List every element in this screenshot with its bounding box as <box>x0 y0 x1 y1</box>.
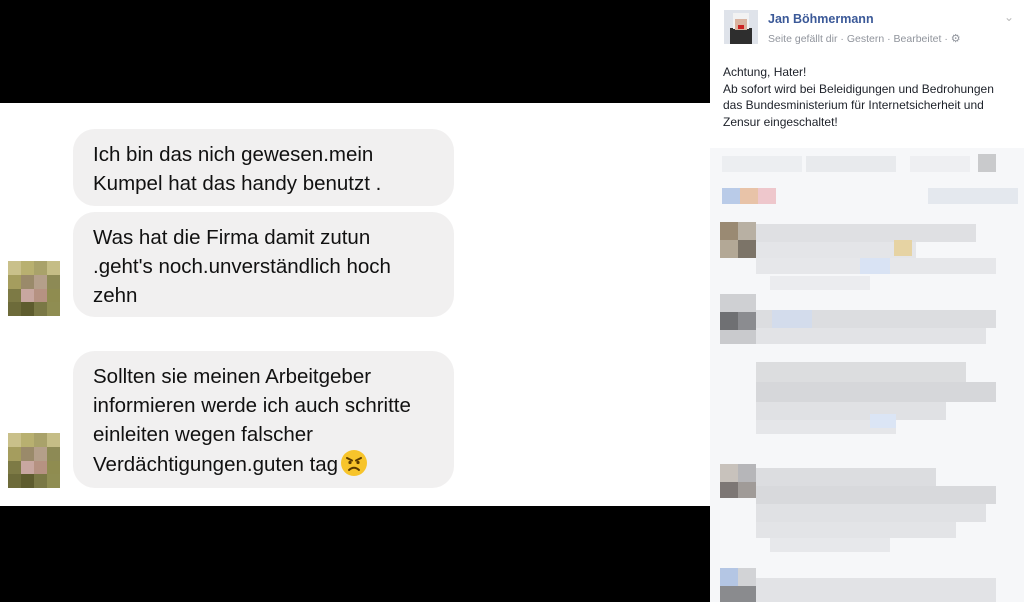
gear-icon[interactable]: ⚙ <box>951 33 961 45</box>
message-line-text: Verdächtigungen.guten tag <box>93 453 339 476</box>
message-line: informieren werde ich auch schritte <box>93 394 411 417</box>
angry-face-icon <box>340 449 368 485</box>
chat-screenshot: Ich bin das nich gewesen.mein Kumpel hat… <box>0 0 710 602</box>
message-line: Verdächtigungen.guten tag <box>93 449 434 485</box>
edited-label[interactable]: Bearbeitet <box>894 33 942 45</box>
message-line: Was hat die Firma damit zutun <box>93 226 371 249</box>
post-text-line: das Bundesministerium für Internetsicher… <box>723 98 984 112</box>
post-meta: Seite gefällt dir · Gestern · Bearbeitet… <box>768 32 961 45</box>
post-text: Achtung, Hater! Ab sofort wird bei Belei… <box>723 64 1018 130</box>
message-line: Sollten sie meinen Arbeitgeber <box>93 365 372 388</box>
message-line: einleiten wegen falscher <box>93 423 313 446</box>
post-text-line: Achtung, Hater! <box>723 65 807 79</box>
pixelated-comments-area <box>710 148 1024 602</box>
sender-avatar-blurred <box>8 261 60 316</box>
profile-image-icon <box>724 10 758 44</box>
liked-status[interactable]: Seite gefällt dir <box>768 33 837 45</box>
message-bubble: Sollten sie meinen Arbeitgeber informier… <box>73 351 454 488</box>
message-line: .geht's noch.unverständlich hoch <box>93 255 391 278</box>
message-line: Ich bin das nich gewesen.mein <box>93 143 374 166</box>
facebook-post: Jan Böhmermann ⌄ Seite gefällt dir · Ges… <box>710 0 1024 602</box>
message-bubble: Was hat die Firma damit zutun .geht's no… <box>73 212 454 317</box>
chevron-down-icon[interactable]: ⌄ <box>1004 10 1014 24</box>
page-avatar[interactable] <box>724 10 758 44</box>
message-line: zehn <box>93 284 138 307</box>
post-text-line: Ab sofort wird bei Beleidigungen und Bed… <box>723 81 994 96</box>
separator: · <box>944 33 948 45</box>
chat-conversation: Ich bin das nich gewesen.mein Kumpel hat… <box>0 103 710 506</box>
separator: · <box>840 33 844 45</box>
post-text-line: Zensur eingeschaltet! <box>723 114 838 129</box>
sender-avatar-blurred <box>8 433 60 488</box>
message-bubble: Ich bin das nich gewesen.mein Kumpel hat… <box>73 129 454 206</box>
page-name-link[interactable]: Jan Böhmermann <box>768 12 874 26</box>
post-time-link[interactable]: Gestern <box>847 33 884 45</box>
message-line: Kumpel hat das handy benutzt . <box>93 172 382 195</box>
separator: · <box>887 33 891 45</box>
